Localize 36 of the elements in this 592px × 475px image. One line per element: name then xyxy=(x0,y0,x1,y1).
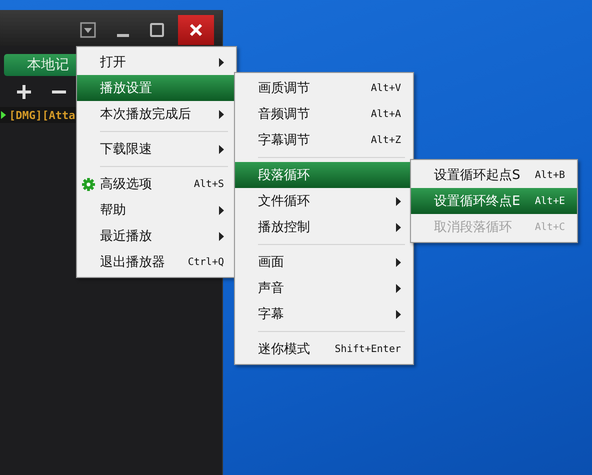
menu-item[interactable]: 画面 xyxy=(235,249,413,275)
menu-item[interactable]: 最近播放 xyxy=(77,223,236,249)
menu-item[interactable]: 播放控制 xyxy=(235,214,413,240)
dropdown-icon[interactable] xyxy=(79,21,97,39)
menu-item[interactable]: 帮助 xyxy=(77,197,236,223)
menu-item[interactable]: 段落循环 xyxy=(235,162,413,188)
menu-item[interactable]: 音频调节 Alt+A xyxy=(235,101,413,127)
submenu-arrow-icon xyxy=(396,196,401,206)
submenu-arrow-icon xyxy=(396,222,401,232)
submenu-arrow-icon xyxy=(396,258,401,266)
playlist-item[interactable]: [DMG][Atta xyxy=(9,108,76,122)
menu-item[interactable]: 字幕调节 Alt+Z xyxy=(235,127,413,153)
menu-item[interactable]: 字幕 xyxy=(235,301,413,327)
menu-item[interactable]: 下载限速 xyxy=(77,136,236,162)
submenu-arrow-icon xyxy=(219,232,224,240)
menu-item[interactable]: 退出播放器 Ctrl+Q xyxy=(77,249,236,275)
menu-item[interactable]: 播放设置 xyxy=(77,75,236,101)
menu-item[interactable]: 设置循环终点E Alt+E xyxy=(411,188,577,214)
submenu-arrow-icon xyxy=(219,206,224,214)
submenu-arrow-icon xyxy=(219,110,224,118)
menu-item[interactable]: 文件循环 xyxy=(235,188,413,214)
submenu-arrow-icon xyxy=(219,58,224,66)
menu-item[interactable]: 画质调节 Alt+V xyxy=(235,75,413,101)
gear-icon xyxy=(82,178,95,190)
submenu-arrow-icon xyxy=(396,310,401,318)
maximize-icon[interactable] xyxy=(149,22,165,38)
close-icon xyxy=(189,23,203,37)
menu-item[interactable]: 声音 xyxy=(235,275,413,301)
add-icon[interactable] xyxy=(16,84,32,100)
submenu-arrow-icon xyxy=(219,144,224,154)
menu-item[interactable]: 设置循环起点S Alt+B xyxy=(411,162,577,188)
close-button[interactable] xyxy=(178,15,214,45)
menu-item[interactable]: 高级选项 Alt+S xyxy=(77,171,236,197)
menu-item[interactable]: 迷你模式 Shift+Enter xyxy=(235,336,413,362)
submenu-arrow-icon xyxy=(396,284,401,292)
menu-item[interactable]: 本次播放完成后 xyxy=(77,101,236,127)
